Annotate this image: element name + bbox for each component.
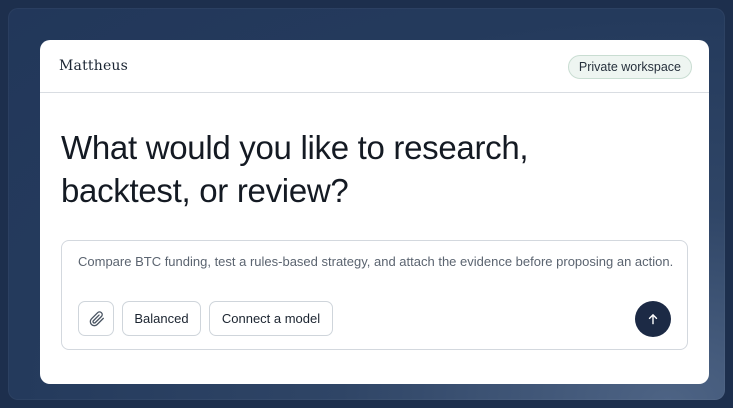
send-button[interactable] bbox=[635, 301, 671, 337]
prompt-input[interactable]: Compare BTC funding, test a rules-based … bbox=[78, 252, 678, 272]
brand-logo: Mattheus bbox=[59, 58, 129, 74]
app-frame: Mattheus Private workspace What would yo… bbox=[8, 8, 725, 400]
attach-button[interactable] bbox=[78, 301, 114, 336]
main-card: Mattheus Private workspace What would yo… bbox=[40, 40, 709, 384]
card-header: Mattheus Private workspace bbox=[40, 40, 709, 93]
workspace-badge: Private workspace bbox=[567, 55, 692, 79]
connect-model-button[interactable]: Connect a model bbox=[209, 301, 333, 336]
prompt-composer: Compare BTC funding, test a rules-based … bbox=[61, 240, 688, 350]
arrow-up-icon bbox=[648, 314, 658, 325]
mode-button[interactable]: Balanced bbox=[122, 301, 201, 336]
paperclip-icon bbox=[89, 311, 104, 327]
page-title: What would you like to research, backtes… bbox=[61, 129, 529, 209]
